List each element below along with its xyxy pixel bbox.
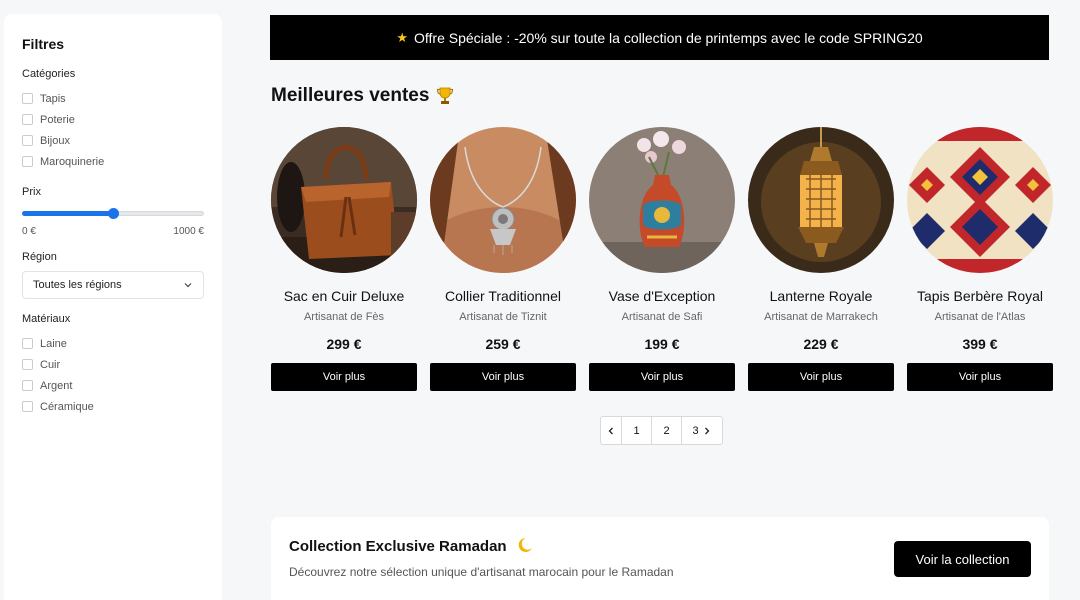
crescent-moon-icon — [518, 537, 532, 552]
product-list: ♡ › Sac en Cuir Deluxe Artisanat de Fès … — [271, 127, 1053, 391]
checkbox[interactable] — [22, 380, 33, 391]
region-selected-value: Toutes les régions — [33, 279, 122, 291]
product-origin: Artisanat de Fès — [303, 311, 385, 323]
category-checkbox-poterie[interactable]: Poterie — [22, 109, 204, 130]
chevron-right-icon[interactable] — [702, 426, 712, 436]
heart-icon[interactable]: ♡ — [396, 127, 417, 149]
product-card: ♡ › Lanterne Royale Artisanat de Marrake… — [748, 127, 894, 391]
lantern-image — [748, 127, 894, 273]
filters-title: Filtres — [22, 36, 65, 52]
view-more-button[interactable]: Voir plus — [589, 363, 735, 391]
region-select[interactable]: Toutes les régions — [22, 271, 204, 299]
checkbox[interactable] — [22, 359, 33, 370]
materials-section: Matériaux Laine Cuir Argent Céramique — [22, 313, 204, 417]
category-checkbox-maroquinerie[interactable]: Maroquinerie — [22, 151, 204, 172]
star-icon: ★ — [396, 29, 408, 45]
price-max-label: 1000 € — [173, 226, 204, 237]
price-section: Prix 0 € 1000 € — [22, 186, 204, 237]
product-name: Tapis Berbère Royal — [916, 288, 1044, 304]
ramadan-collection-card: Collection Exclusive Ramadan Découvrez n… — [271, 517, 1049, 600]
leather-bag-image — [271, 127, 417, 273]
product-card: ♡ › Collier Traditionnel Artisanat de Ti… — [430, 127, 576, 391]
view-more-button[interactable]: Voir plus — [271, 363, 417, 391]
product-origin: Artisanat de l'Atlas — [934, 311, 1026, 323]
filters-sidebar: Filtres Catégories Tapis Poterie Bijoux … — [4, 14, 222, 600]
product-origin: Artisanat de Safi — [621, 311, 703, 323]
bestsellers-title: Meilleures ventes — [271, 85, 455, 107]
view-more-button[interactable]: Voir plus — [748, 363, 894, 391]
slider-thumb[interactable] — [108, 208, 119, 219]
product-name: Vase d'Exception — [608, 288, 716, 304]
product-price: 259 € — [485, 336, 521, 352]
category-checkbox-tapis[interactable]: Tapis — [22, 88, 204, 109]
chevron-right-icon[interactable]: › — [546, 256, 569, 273]
category-checkbox-bijoux[interactable]: Bijoux — [22, 130, 204, 151]
region-section: Région Toutes les régions — [22, 251, 204, 299]
chevron-right-icon[interactable]: › — [1023, 256, 1046, 273]
product-image[interactable]: ♡ › — [907, 127, 1053, 273]
chevron-right-icon[interactable]: › — [864, 256, 887, 273]
trophy-icon — [437, 87, 454, 104]
checkbox[interactable] — [22, 114, 33, 125]
chevron-down-icon — [184, 283, 192, 288]
rug-image — [907, 127, 1053, 273]
promo-text: Offre Spéciale : -20% sur toute la colle… — [413, 29, 923, 46]
price-min-label: 0 € — [22, 226, 36, 237]
heart-icon[interactable]: ♡ — [714, 127, 735, 149]
region-label: Région — [22, 251, 57, 263]
product-name: Lanterne Royale — [769, 288, 873, 304]
product-price: 299 € — [326, 336, 362, 352]
necklace-image — [430, 127, 576, 273]
heart-icon[interactable]: ♡ — [1032, 127, 1053, 149]
page-3-button[interactable]: 3 — [682, 417, 722, 444]
product-price: 229 € — [803, 336, 839, 352]
product-card: ♡ › Sac en Cuir Deluxe Artisanat de Fès … — [271, 127, 417, 391]
product-price: 399 € — [962, 336, 998, 352]
chevron-left-icon — [608, 427, 613, 434]
product-card: ♡ › Vase d'Exception Artisanat de Safi 1… — [589, 127, 735, 391]
heart-icon[interactable]: ♡ — [555, 127, 576, 149]
view-collection-button[interactable]: Voir la collection — [894, 541, 1031, 577]
checkbox[interactable] — [22, 93, 33, 104]
promo-banner: ★ Offre Spéciale : -20% sur toute la col… — [270, 15, 1049, 60]
product-origin: Artisanat de Tiznit — [459, 311, 547, 323]
vase-image — [589, 127, 735, 273]
heart-icon[interactable]: ♡ — [873, 127, 894, 149]
checkbox[interactable] — [22, 156, 33, 167]
slider-fill — [22, 211, 113, 216]
material-checkbox-laine[interactable]: Laine — [22, 333, 204, 354]
categories-label: Catégories — [22, 68, 76, 80]
prev-page-button[interactable] — [601, 417, 622, 444]
product-image[interactable]: ♡ › — [589, 127, 735, 273]
pagination: 1 2 3 — [600, 416, 723, 445]
product-image[interactable]: ♡ › — [748, 127, 894, 273]
product-image[interactable]: ♡ › — [430, 127, 576, 273]
checkbox[interactable] — [22, 135, 33, 146]
view-more-button[interactable]: Voir plus — [907, 363, 1053, 391]
product-origin: Artisanat de Marrakech — [764, 311, 878, 323]
product-name: Sac en Cuir Deluxe — [283, 288, 405, 304]
chevron-right-icon[interactable]: › — [705, 256, 728, 273]
material-checkbox-argent[interactable]: Argent — [22, 375, 204, 396]
material-checkbox-cuir[interactable]: Cuir — [22, 354, 204, 375]
product-image[interactable]: ♡ › — [271, 127, 417, 273]
chevron-right-icon[interactable]: › — [387, 256, 410, 273]
checkbox[interactable] — [22, 338, 33, 349]
page-1-button[interactable]: 1 — [622, 417, 652, 444]
product-price: 199 € — [644, 336, 680, 352]
page-2-button[interactable]: 2 — [652, 417, 682, 444]
material-checkbox-ceramique[interactable]: Céramique — [22, 396, 204, 417]
materials-label: Matériaux — [22, 313, 71, 325]
price-label: Prix — [22, 186, 41, 198]
view-more-button[interactable]: Voir plus — [430, 363, 576, 391]
product-name: Collier Traditionnel — [445, 288, 561, 304]
checkbox[interactable] — [22, 401, 33, 412]
price-slider[interactable] — [22, 206, 204, 220]
categories-section: Catégories Tapis Poterie Bijoux Maroquin… — [22, 68, 204, 172]
product-card: ♡ › Tapis Berbère Royal Artisanat de l'A… — [907, 127, 1053, 391]
